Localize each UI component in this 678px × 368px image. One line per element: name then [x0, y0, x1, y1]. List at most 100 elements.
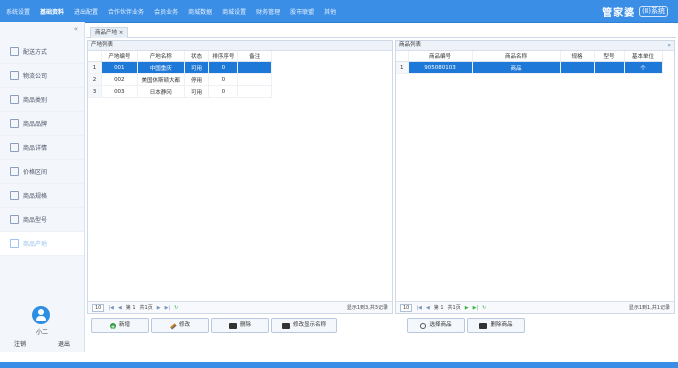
cell-code[interactable]: 002: [101, 73, 138, 86]
cell-model[interactable]: [594, 61, 625, 74]
top-nav-item[interactable]: 进出配置: [74, 7, 98, 16]
column-header[interactable]: 产地名称: [137, 51, 185, 62]
first-page-icon[interactable]: |◀: [416, 305, 422, 311]
avatar[interactable]: [32, 306, 50, 324]
edit-button[interactable]: 修改: [151, 318, 209, 333]
refresh-icon[interactable]: ↻: [174, 305, 178, 311]
cell-status[interactable]: 停用: [184, 73, 210, 86]
model-icon: [10, 215, 19, 224]
remove-product-button[interactable]: 删除商品: [467, 318, 525, 333]
column-header[interactable]: 商品编号: [408, 51, 473, 62]
prev-page-icon[interactable]: ◀: [426, 305, 430, 311]
last-page-icon[interactable]: ▶|: [473, 305, 479, 311]
cell-sort[interactable]: 0: [208, 61, 239, 74]
cell-note[interactable]: [237, 61, 272, 74]
cell-name[interactable]: 美国休斯顿大都: [137, 73, 185, 86]
page-size-select[interactable]: 10: [92, 303, 105, 312]
cell-sort[interactable]: 0: [208, 73, 239, 86]
table-row[interactable]: 3 003 日本静冈 可用 0: [88, 85, 272, 98]
cell-status[interactable]: 可用: [184, 85, 210, 98]
top-nav-item[interactable]: 系统设置: [6, 7, 30, 16]
top-nav-item[interactable]: 基础资料: [40, 7, 64, 16]
collapse-panel-icon[interactable]: »: [667, 41, 671, 50]
cell-sort[interactable]: 0: [208, 85, 239, 98]
truck-icon: [10, 71, 19, 80]
column-header[interactable]: 排序序号: [208, 51, 239, 62]
column-header[interactable]: 备注: [237, 51, 272, 62]
sidebar-item-label: 配送方式: [23, 49, 48, 56]
sidebar-list: 配送方式 物流公司 商品类别 商品品牌 商品详情 价格区间 商品规格 商品型号 …: [0, 40, 84, 256]
refresh-icon[interactable]: ↻: [482, 305, 486, 311]
cell-name[interactable]: 中国重庆: [137, 61, 185, 74]
first-page-icon[interactable]: |◀: [108, 305, 114, 311]
delete-icon: [479, 322, 488, 329]
rename-display-button[interactable]: 修改显示名称: [271, 318, 337, 333]
cell-spec[interactable]: [560, 61, 595, 74]
tag-icon: [10, 119, 19, 128]
sidebar-item-label: 商品详情: [23, 145, 48, 152]
product-table: 商品编号 商品名称 规格 型号 基本单位 1 905080103 商品 个: [396, 51, 663, 74]
brand-sub: (Ⅱ)系统: [639, 5, 668, 17]
cell-unit[interactable]: 个: [624, 61, 663, 74]
row-number-header: [88, 51, 102, 62]
column-header[interactable]: 规格: [560, 51, 595, 62]
top-nav-item[interactable]: 股市联盟: [290, 7, 314, 16]
cell-code[interactable]: 001: [101, 61, 138, 74]
sidebar-item-active[interactable]: 商品产地: [0, 232, 84, 256]
cell-name[interactable]: 商品: [472, 61, 561, 74]
page-number[interactable]: 第 1: [434, 304, 444, 311]
tab-product-origin[interactable]: 商品产地 ×: [90, 27, 129, 38]
cell-code[interactable]: 905080103: [408, 61, 473, 74]
brand-logo: 管家婆 (Ⅱ)系统: [602, 4, 668, 19]
right-pager: 10 |◀ ◀ 第 1 共1页 ▶ ▶| ↻ 显示1到1,共1记录: [396, 301, 674, 313]
sidebar-item[interactable]: 商品详情: [0, 136, 84, 160]
column-header[interactable]: 基本单位: [624, 51, 663, 62]
sidebar-item[interactable]: 商品规格: [0, 184, 84, 208]
top-nav-item[interactable]: 其他: [324, 7, 336, 16]
prev-page-icon[interactable]: ◀: [118, 305, 122, 311]
table-row-selected[interactable]: 1 001 中国重庆 可用 0: [88, 61, 272, 74]
last-page-icon[interactable]: ▶|: [165, 305, 171, 311]
page-size-select[interactable]: 10: [400, 303, 413, 312]
cell-status[interactable]: 可用: [184, 61, 210, 74]
select-product-button[interactable]: 选择商品: [407, 318, 465, 333]
top-nav-item[interactable]: 商城设置: [222, 7, 246, 16]
sidebar-item[interactable]: 物流公司: [0, 64, 84, 88]
cell-note[interactable]: [237, 73, 272, 86]
table-row[interactable]: 2 002 美国休斯顿大都 停用 0: [88, 73, 272, 86]
column-header[interactable]: 产地编号: [101, 51, 138, 62]
cell-code[interactable]: 003: [101, 85, 138, 98]
origin-table: 产地编号 产地名称 状态 排序序号 备注 1 001 中国重庆 可用 0 2 0…: [88, 51, 272, 98]
sidebar-item[interactable]: 商品型号: [0, 208, 84, 232]
pager-info: 显示1到1,共1记录: [628, 305, 670, 311]
location-icon: [10, 239, 19, 248]
sidebar-item[interactable]: 配送方式: [0, 40, 84, 64]
column-header[interactable]: 商品名称: [472, 51, 561, 62]
column-header[interactable]: 型号: [594, 51, 625, 62]
cell-name[interactable]: 日本静冈: [137, 85, 185, 98]
logout-link[interactable]: 注销: [14, 339, 26, 348]
sidebar-item[interactable]: 商品品牌: [0, 112, 84, 136]
top-nav-item[interactable]: 商城数据: [188, 7, 212, 16]
sidebar-item[interactable]: 价格区间: [0, 160, 84, 184]
brand-name: 管家婆: [602, 7, 636, 19]
delete-button[interactable]: 删除: [211, 318, 269, 333]
cell-note[interactable]: [237, 85, 272, 98]
top-nav-item[interactable]: 合作伙伴业务: [108, 7, 144, 16]
doc-icon: [10, 47, 19, 56]
add-button[interactable]: 新增: [91, 318, 149, 334]
top-nav-item[interactable]: 财务管理: [256, 7, 280, 16]
collapse-sidebar-icon[interactable]: «: [74, 25, 78, 33]
column-header[interactable]: 状态: [184, 51, 210, 62]
tab-bar: 商品产地 ×: [86, 24, 676, 38]
next-page-icon[interactable]: ▶: [465, 305, 469, 311]
page-number[interactable]: 第 1: [126, 304, 136, 311]
exit-link[interactable]: 退出: [58, 339, 70, 348]
top-nav-item[interactable]: 会员业务: [154, 7, 178, 16]
row-number: 1: [396, 61, 409, 74]
total-pages: 共1页: [139, 305, 153, 311]
pager-info: 显示1到3,共3记录: [346, 305, 388, 311]
table-row-selected[interactable]: 1 905080103 商品 个: [396, 61, 663, 74]
next-page-icon[interactable]: ▶: [157, 305, 161, 311]
sidebar-item[interactable]: 商品类别: [0, 88, 84, 112]
